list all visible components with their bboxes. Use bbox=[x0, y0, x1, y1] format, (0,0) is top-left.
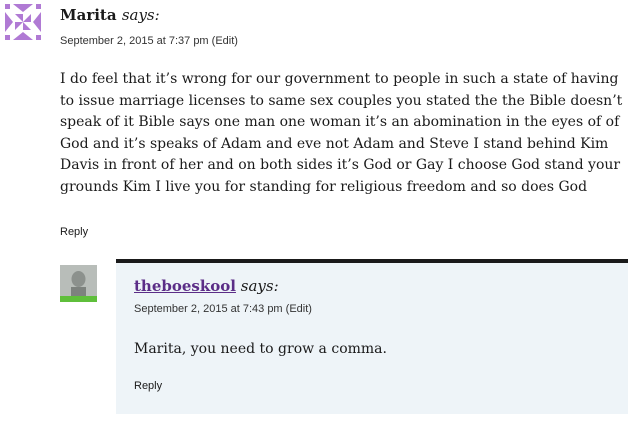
comment-meta: September 2, 2015 at 7:43 pm (Edit) bbox=[134, 303, 312, 315]
comment-date-link[interactable]: September 2, 2015 at 7:37 pm bbox=[60, 35, 209, 47]
reply-link[interactable]: Reply bbox=[134, 380, 162, 392]
author-name: Marita bbox=[60, 6, 117, 24]
edit-link[interactable]: (Edit) bbox=[286, 303, 312, 315]
identicon-avatar bbox=[5, 4, 41, 40]
edit-link[interactable]: (Edit) bbox=[212, 35, 238, 47]
says-label: says: bbox=[121, 6, 160, 24]
comment-author: theboeskool says: bbox=[134, 277, 279, 295]
comment-author: Marita says: bbox=[60, 6, 160, 24]
reply-container: Reply bbox=[60, 220, 88, 239]
comment-date-link[interactable]: September 2, 2015 at 7:43 pm bbox=[134, 303, 283, 315]
user-photo-avatar bbox=[60, 265, 97, 302]
author-link[interactable]: theboeskool bbox=[134, 277, 236, 295]
reply-container: Reply bbox=[134, 374, 162, 393]
reply-link[interactable]: Reply bbox=[60, 226, 88, 238]
comment-body: I do feel that it’s wrong for our govern… bbox=[60, 71, 623, 195]
says-label: says: bbox=[240, 277, 279, 295]
comment-meta: September 2, 2015 at 7:37 pm (Edit) bbox=[60, 35, 238, 47]
comment-body: Marita, you need to grow a comma. bbox=[134, 341, 387, 357]
